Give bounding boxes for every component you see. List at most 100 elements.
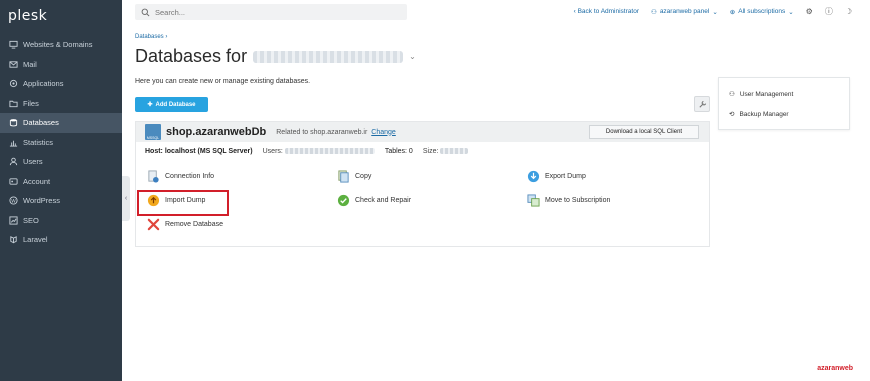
topbar-links: ‹ Back to Administrator ⚇ azaranweb pane…	[574, 6, 852, 17]
subscriptions-menu[interactable]: ⊕ All subscriptions ⌄	[730, 8, 794, 16]
search-box[interactable]	[135, 4, 407, 20]
chevron-down-icon[interactable]: ⌄	[409, 52, 416, 61]
back-to-administrator-link[interactable]: ‹ Back to Administrator	[574, 8, 639, 15]
tools-panel: ⚇ User Management ⟲ Backup Manager	[718, 77, 850, 130]
size-label: Size:	[422, 147, 439, 155]
users-label: Users:	[262, 147, 283, 155]
main-content: Databases › Databases for ⌄ Here you can…	[122, 24, 870, 381]
check-repair-icon	[337, 194, 350, 206]
sidebar: plesk Websites & Domains Mail Applicatio…	[0, 0, 122, 381]
mssql-logo-icon: MSSQL	[145, 124, 161, 140]
related-domain: Related to shop.azaranweb.ir Change	[276, 129, 396, 136]
user-management-link[interactable]: ⚇ User Management	[719, 84, 849, 104]
sidebar-item-label: Files	[23, 98, 39, 108]
action-label: Copy	[355, 172, 372, 180]
extensions-icon[interactable]: ⚙	[806, 7, 813, 16]
sidebar-item-files[interactable]: Files	[0, 94, 122, 114]
move-subscription-icon	[527, 193, 540, 207]
chevron-down-icon: ⌄	[712, 8, 718, 16]
sidebar-item-label: Account	[23, 176, 51, 186]
topbar: ‹ Back to Administrator ⚇ azaranweb pane…	[122, 0, 870, 24]
user-menu[interactable]: ⚇ azaranweb panel ⌄	[651, 8, 718, 16]
plus-icon: ✚	[147, 102, 153, 108]
account-icon	[8, 176, 18, 186]
redacted-domain	[253, 50, 404, 63]
action-label: Move to Subscription	[545, 196, 611, 204]
redacted-users	[284, 147, 375, 154]
sidebar-item-account[interactable]: Account	[0, 172, 122, 192]
host-info: Host: localhost (MS SQL Server)	[145, 147, 253, 155]
sidebar-item-label: Mail	[23, 59, 37, 69]
theme-toggle-icon[interactable]: ☽	[845, 7, 852, 16]
sidebar-item-label: Databases	[23, 118, 59, 128]
sidebar-item-users[interactable]: Users	[0, 152, 122, 172]
breadcrumb-databases[interactable]: Databases	[135, 34, 164, 40]
user-icon: ⚇	[650, 8, 657, 16]
plesk-logo[interactable]: plesk	[8, 8, 47, 24]
action-label: Export Dump	[545, 172, 586, 180]
backup-manager-link[interactable]: ⟲ Backup Manager	[719, 104, 849, 124]
database-name: shop.azaranwebDb	[166, 126, 267, 138]
sidebar-item-websites-domains[interactable]: Websites & Domains	[0, 35, 122, 55]
laravel-icon	[8, 235, 18, 245]
sidebar-item-wordpress[interactable]: W WordPress	[0, 191, 122, 211]
wrench-icon[interactable]	[694, 96, 710, 112]
sidebar-item-label: Websites & Domains	[23, 40, 93, 50]
import-dump-highlight-box	[137, 190, 229, 216]
mail-icon	[8, 59, 18, 69]
export-dump-action[interactable]: Export Dump	[527, 169, 586, 183]
sidebar-nav: Websites & Domains Mail Applications Fil…	[0, 35, 122, 250]
search-input[interactable]	[155, 7, 395, 17]
sidebar-item-label: WordPress	[23, 196, 60, 206]
backup-icon: ⟲	[729, 111, 735, 118]
monitor-icon	[8, 40, 18, 50]
export-dump-icon	[527, 170, 540, 182]
redacted-size	[440, 147, 469, 154]
database-info-line: Host: localhost (MS SQL Server) Users: T…	[136, 142, 709, 160]
remove-database-action[interactable]: Remove Database	[147, 217, 223, 231]
related-text: Related to shop.azaranweb.ir	[276, 128, 368, 136]
breadcrumb[interactable]: Databases ›	[135, 34, 167, 40]
sidebar-item-seo[interactable]: SEO	[0, 211, 122, 231]
check-repair-action[interactable]: Check and Repair	[337, 193, 411, 207]
sidebar-item-databases[interactable]: Databases	[0, 113, 122, 133]
copy-action[interactable]: Copy	[337, 169, 371, 183]
sidebar-item-applications[interactable]: Applications	[0, 74, 122, 94]
change-link[interactable]: Change	[371, 129, 396, 136]
sidebar-item-label: Applications	[23, 79, 64, 89]
sidebar-item-laravel[interactable]: Laravel	[0, 230, 122, 250]
move-subscription-action[interactable]: Move to Subscription	[527, 193, 610, 207]
database-card: MSSQL shop.azaranwebDb Related to shop.a…	[135, 121, 710, 247]
watermark: azaranweb	[817, 365, 853, 372]
svg-text:W: W	[11, 199, 16, 205]
add-database-label: Add Database	[155, 101, 196, 108]
database-icon	[8, 118, 18, 128]
add-database-button[interactable]: ✚ Add Database	[135, 97, 208, 112]
page-title-text: Databases for	[135, 46, 248, 66]
connection-info-action[interactable]: Connection Info	[147, 169, 214, 183]
size-info: Size:	[423, 148, 469, 155]
sidebar-item-mail[interactable]: Mail	[0, 55, 122, 75]
user-management-label: User Management	[739, 90, 794, 98]
subscriptions-menu-label: All subscriptions	[738, 8, 786, 15]
wordpress-icon: W	[8, 196, 18, 206]
sidebar-item-statistics[interactable]: Statistics	[0, 133, 122, 153]
mssql-logo-text: MSSQL	[146, 136, 160, 140]
globe-icon: ⊕	[729, 8, 736, 16]
chart-icon	[8, 137, 18, 147]
search-icon	[141, 8, 150, 16]
users-info: Users:	[263, 148, 375, 155]
page-description: Here you can create new or manage existi…	[135, 78, 311, 85]
sidebar-item-label: Statistics	[23, 137, 54, 147]
folder-icon	[8, 98, 18, 108]
sidebar-item-label: Users	[23, 157, 43, 167]
download-sql-client-button[interactable]: Download a local SQL Client	[589, 125, 699, 139]
sidebar-item-label: SEO	[23, 215, 39, 225]
connection-info-icon	[148, 169, 159, 183]
remove-database-icon	[147, 218, 160, 230]
help-icon[interactable]: ⓘ	[825, 6, 833, 17]
action-label: Remove Database	[165, 220, 223, 228]
tables-info: Tables: 0	[384, 147, 413, 155]
user-menu-label: azaranweb panel	[659, 8, 710, 15]
database-card-header: MSSQL shop.azaranwebDb Related to shop.a…	[136, 122, 709, 142]
